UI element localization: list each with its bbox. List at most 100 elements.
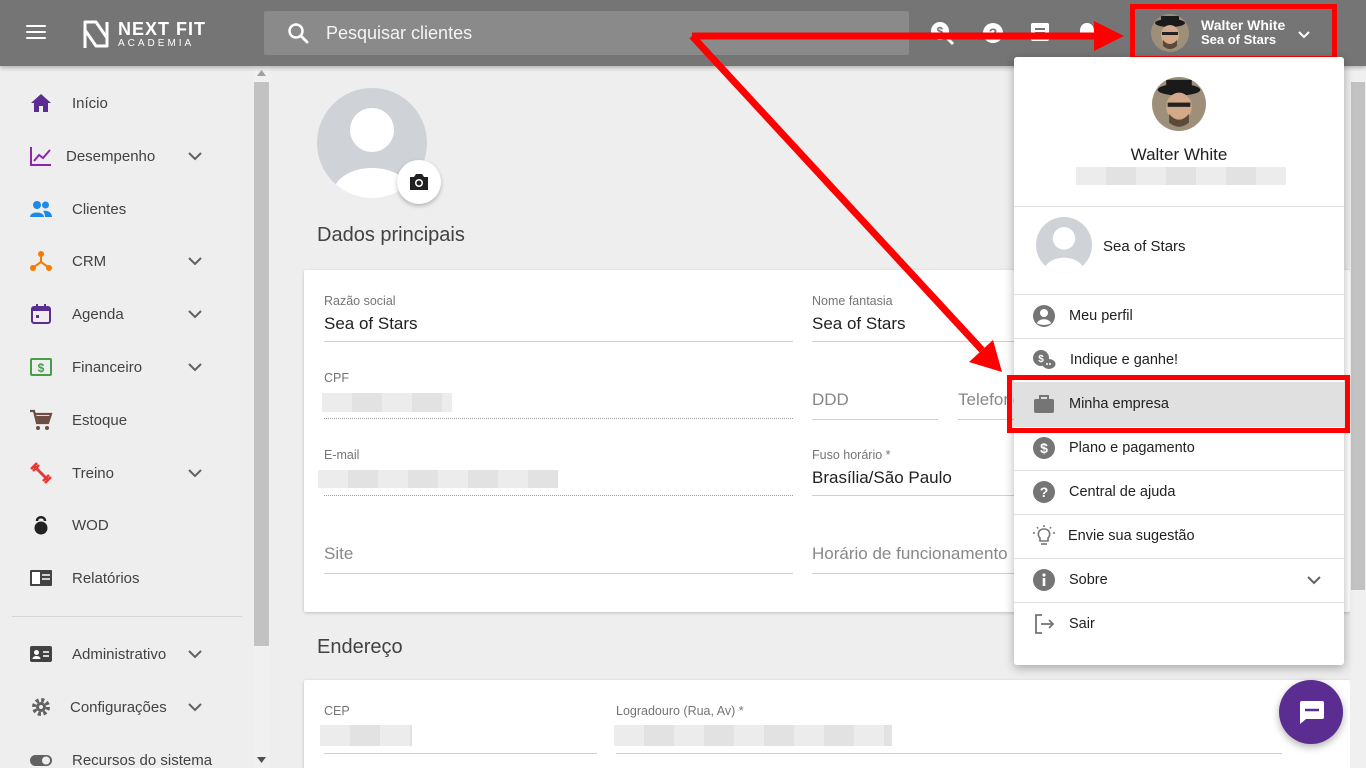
sidebar-item-label: Treino bbox=[72, 464, 114, 482]
sidebar-item-label: Início bbox=[72, 94, 108, 112]
field-label: E-mail bbox=[324, 448, 360, 462]
crm-icon bbox=[30, 251, 52, 271]
sidebar-item-label: Desempenho bbox=[66, 147, 156, 165]
logo-subtitle: ACADEMIA bbox=[118, 37, 195, 49]
chevron-down-icon[interactable] bbox=[186, 645, 204, 663]
redacted-value bbox=[320, 725, 412, 746]
sidebar-item-desempenho[interactable]: Desempenho bbox=[0, 136, 242, 176]
sidebar-item-wod[interactable]: WOD bbox=[0, 505, 242, 545]
svg-text:$: $ bbox=[38, 361, 45, 375]
sidebar-scrollbar[interactable] bbox=[253, 66, 270, 768]
highlight-minha-empresa bbox=[1007, 375, 1350, 433]
menu-item-sobre[interactable]: Sobre bbox=[1014, 558, 1344, 602]
money-search-icon[interactable]: $ bbox=[929, 20, 955, 46]
page-scroll-thumb[interactable] bbox=[1351, 82, 1365, 590]
change-photo-button[interactable] bbox=[397, 160, 441, 204]
chevron-down-icon[interactable] bbox=[186, 464, 204, 482]
chevron-down-icon[interactable] bbox=[186, 252, 204, 270]
search-bar[interactable] bbox=[264, 11, 909, 55]
chat-support-button[interactable] bbox=[1279, 680, 1343, 744]
sidebar-item-configuracoes[interactable]: Configurações bbox=[0, 687, 242, 727]
cep-field[interactable]: CEP bbox=[320, 704, 597, 754]
sidebar-item-label: Clientes bbox=[72, 200, 127, 218]
next-fit-logo[interactable]: NEXT FIT ACADEMIA bbox=[82, 17, 206, 51]
cpf-field[interactable]: CPF bbox=[322, 371, 793, 419]
menu-item-sair[interactable]: Sair bbox=[1014, 602, 1344, 646]
calendar-icon bbox=[31, 304, 51, 324]
section-title-dados: Dados principais bbox=[317, 224, 465, 246]
dropdown-user-avatar bbox=[1152, 77, 1206, 131]
search-input[interactable] bbox=[326, 22, 886, 44]
sidebar-scroll-thumb[interactable] bbox=[254, 82, 269, 646]
menu-item-central-ajuda[interactable]: ? Central de ajuda bbox=[1014, 470, 1344, 514]
account-circle-icon bbox=[1033, 305, 1055, 327]
sidebar-item-financeiro[interactable]: $ Financeiro bbox=[0, 347, 242, 387]
field-placeholder: DDD bbox=[812, 390, 849, 409]
sidebar-item-label: Estoque bbox=[72, 411, 128, 429]
camera-icon bbox=[410, 174, 428, 190]
user-menu-button[interactable]: Walter White Sea of Stars bbox=[1130, 4, 1337, 61]
svg-text:$: $ bbox=[937, 25, 944, 39]
help-icon[interactable]: ? bbox=[980, 20, 1006, 46]
company-name: Sea of Stars bbox=[1103, 238, 1186, 255]
scroll-down-icon[interactable] bbox=[257, 757, 266, 763]
sidebar-item-agenda[interactable]: Agenda bbox=[0, 294, 242, 334]
redacted-value bbox=[318, 470, 558, 488]
razao-social-field[interactable]: Razão social Sea of Stars bbox=[324, 294, 793, 342]
menu-hamburger-button[interactable] bbox=[26, 21, 62, 45]
chevron-down-icon[interactable] bbox=[186, 305, 204, 323]
people-icon bbox=[30, 201, 52, 217]
lightbulb-icon bbox=[1033, 525, 1055, 545]
home-icon bbox=[31, 94, 51, 112]
user-company: Sea of Stars bbox=[1201, 32, 1277, 48]
email-field[interactable]: E-mail bbox=[318, 448, 793, 496]
notes-icon[interactable] bbox=[1028, 20, 1054, 46]
chevron-down-icon[interactable] bbox=[1306, 572, 1322, 588]
menu-item-label: Central de ajuda bbox=[1069, 484, 1176, 500]
field-label: CEP bbox=[324, 704, 350, 718]
logradouro-field[interactable]: Logradouro (Rua, Av) * bbox=[614, 704, 1282, 754]
field-label: CPF bbox=[324, 371, 349, 385]
dollar-circle-icon: $ bbox=[1033, 437, 1055, 459]
chevron-down-icon bbox=[1298, 31, 1310, 39]
sidebar-item-administrativo[interactable]: Administrativo bbox=[0, 634, 242, 674]
sidebar-item-inicio[interactable]: Início bbox=[0, 83, 242, 123]
field-placeholder: Site bbox=[324, 544, 354, 563]
svg-text:?: ? bbox=[1040, 484, 1049, 500]
sidebar-item-relatorios[interactable]: Relatórios bbox=[0, 558, 242, 598]
money-icon: $ bbox=[30, 358, 52, 376]
notification-bell-icon[interactable] bbox=[1074, 20, 1100, 46]
sidebar-item-label: Recursos do sistema bbox=[72, 751, 213, 768]
sidebar-item-label: CRM bbox=[72, 252, 107, 270]
referral-chat-icon: $ bbox=[1033, 350, 1056, 369]
menu-item-label: Envie sua sugestão bbox=[1068, 528, 1195, 544]
sidebar-item-crm[interactable]: CRM bbox=[0, 241, 242, 281]
logo-title: NEXT FIT bbox=[118, 18, 206, 39]
menu-item-sugestao[interactable]: Envie sua sugestão bbox=[1014, 514, 1344, 558]
kettlebell-icon bbox=[34, 516, 48, 535]
logo-n-icon bbox=[83, 20, 109, 48]
chevron-down-icon[interactable] bbox=[186, 698, 204, 716]
logout-icon bbox=[1035, 614, 1055, 634]
dropdown-company-item[interactable]: Sea of Stars bbox=[1014, 207, 1344, 293]
page-scrollbar[interactable] bbox=[1350, 66, 1366, 768]
sidebar-item-recursos[interactable]: Recursos do sistema bbox=[0, 740, 242, 768]
field-value: Sea of Stars bbox=[324, 314, 418, 333]
redacted-value bbox=[322, 393, 452, 412]
sidebar: Início Desempenho Clientes CRM Agenda $ … bbox=[0, 66, 270, 768]
site-field[interactable]: Site bbox=[324, 544, 793, 574]
menu-item-label: Sair bbox=[1069, 616, 1095, 632]
ddd-field[interactable]: DDD bbox=[812, 390, 938, 420]
svg-text:?: ? bbox=[989, 25, 998, 41]
search-icon bbox=[288, 23, 309, 44]
scroll-up-icon[interactable] bbox=[257, 70, 266, 76]
sidebar-item-estoque[interactable]: Estoque bbox=[0, 400, 242, 440]
user-avatar bbox=[1151, 13, 1189, 52]
chevron-down-icon[interactable] bbox=[186, 358, 204, 376]
sidebar-item-treino[interactable]: Treino bbox=[0, 453, 242, 493]
person-silhouette-icon bbox=[1043, 227, 1085, 273]
sidebar-item-clientes[interactable]: Clientes bbox=[0, 189, 242, 229]
sidebar-item-label: Configurações bbox=[70, 698, 167, 716]
chevron-down-icon[interactable] bbox=[186, 147, 204, 165]
menu-item-meu-perfil[interactable]: Meu perfil bbox=[1014, 294, 1344, 338]
